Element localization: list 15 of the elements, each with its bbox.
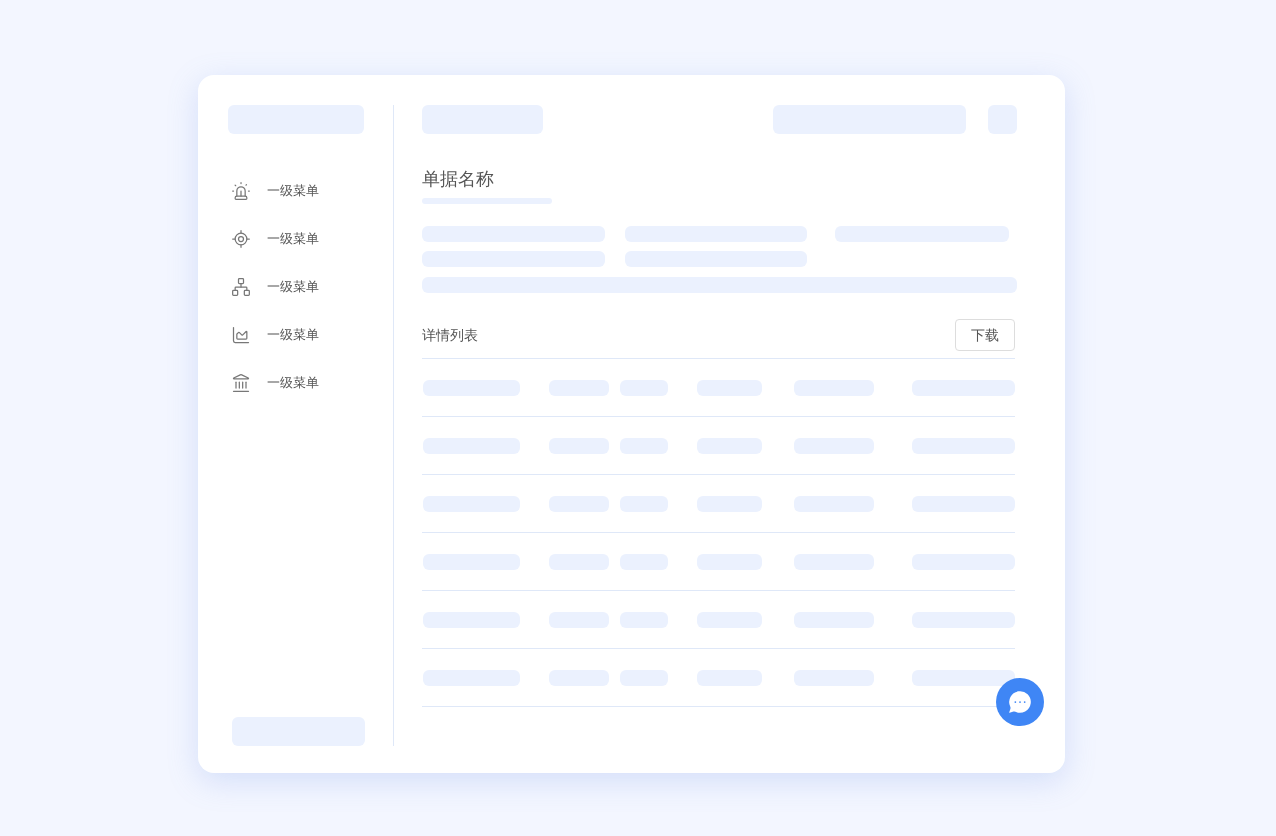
siren-icon <box>231 181 251 201</box>
chat-button[interactable] <box>996 678 1044 726</box>
area-chart-icon <box>231 325 251 345</box>
chat-icon <box>1006 688 1034 716</box>
network-icon <box>231 277 251 297</box>
menu-item[interactable]: 一级菜单 <box>267 373 319 393</box>
bank-icon <box>231 373 251 393</box>
menu-item[interactable]: 一级菜单 <box>267 325 319 345</box>
download-button[interactable]: 下载 <box>955 319 1015 351</box>
document-title: 单据名称 <box>422 168 494 191</box>
menu-item[interactable]: 一级菜单 <box>267 277 319 297</box>
crosshair-icon <box>231 229 251 249</box>
menu-item[interactable]: 一级菜单 <box>267 229 319 249</box>
menu-item[interactable]: 一级菜单 <box>267 181 319 201</box>
section-title: 详情列表 <box>422 325 478 345</box>
